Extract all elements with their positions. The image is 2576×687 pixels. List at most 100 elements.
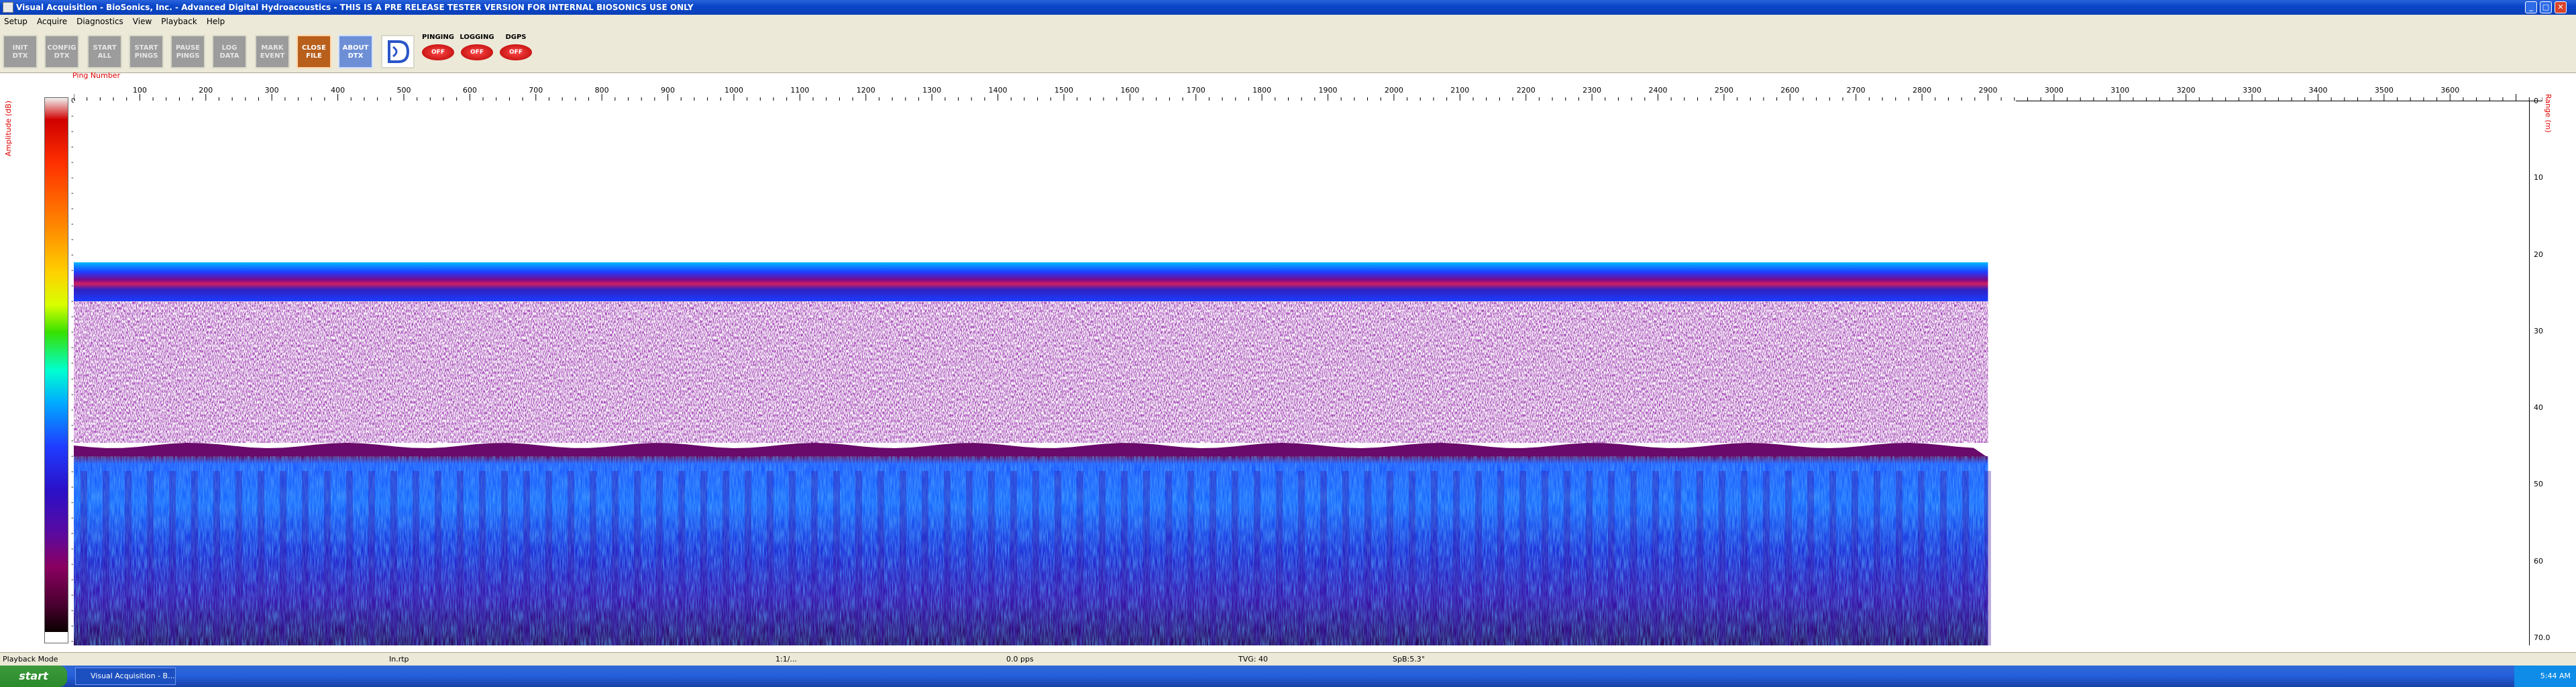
logging-indicator: LOGGING OFF	[458, 34, 496, 71]
start-pings-button[interactable]: START PINGS	[129, 35, 164, 68]
bottom-streak	[479, 471, 486, 645]
indicator-label: LOGGING	[460, 34, 494, 41]
button-label: LOG	[221, 44, 237, 52]
config-dtx-button[interactable]: CONFIG DTX	[44, 35, 79, 68]
bottom-streak	[678, 471, 685, 645]
bottom-streak	[1032, 471, 1039, 645]
bottom-streak	[1874, 471, 1880, 645]
bottom-streak	[922, 471, 928, 645]
bottom-streak	[413, 471, 419, 645]
range-tick: 50	[2534, 480, 2543, 489]
maximize-button[interactable]: □	[2540, 1, 2552, 13]
bottom-streak	[1342, 471, 1349, 645]
bottom-streak	[944, 471, 951, 645]
start-all-button[interactable]: START ALL	[87, 35, 122, 68]
bottom-streak	[1674, 471, 1681, 645]
bottom-streak	[656, 471, 663, 645]
bottom-streak	[1829, 471, 1836, 645]
bottom-streak	[1210, 471, 1216, 645]
button-label: ABOUT	[342, 44, 369, 52]
bottom-streak	[634, 471, 641, 645]
start-button[interactable]: start	[0, 666, 67, 687]
bottom-streak	[1010, 471, 1017, 645]
mark-event-button[interactable]: MARK EVENT	[255, 35, 290, 68]
bottom-echo-line	[74, 443, 1988, 458]
close-file-button[interactable]: CLOSE FILE	[297, 35, 331, 68]
window-title: Visual Acquisition - BioSonics, Inc. - A…	[16, 3, 694, 12]
bottom-streak	[280, 471, 286, 645]
status-file: In.rtp	[389, 655, 409, 664]
bottom-streak	[523, 471, 530, 645]
bottom-streak	[1851, 471, 1858, 645]
button-label: DATA	[219, 52, 239, 60]
status-spb: SpB:5.3°	[1393, 655, 1426, 664]
taskbar-item-visual-acquisition[interactable]: Visual Acquisition - B...	[75, 668, 176, 685]
range-tick: 60	[2534, 556, 2543, 566]
bottom-streak	[855, 471, 862, 645]
bottom-streak	[1586, 471, 1593, 645]
bottom-streak	[302, 471, 309, 645]
menu-view[interactable]: View	[129, 15, 157, 28]
bottom-streak	[612, 471, 619, 645]
bottom-streak	[966, 471, 973, 645]
bottom-streak	[811, 471, 818, 645]
menu-acquire[interactable]: Acquire	[33, 15, 72, 28]
bottom-streak	[1785, 471, 1792, 645]
button-label: FILE	[306, 52, 322, 60]
close-window-button[interactable]: ✕	[2555, 1, 2567, 13]
button-label: CONFIG	[47, 44, 76, 52]
echogram[interactable]	[74, 101, 2016, 645]
bottom-streak	[1165, 471, 1172, 645]
bottom-streak	[501, 471, 508, 645]
bottom-streak	[1497, 471, 1504, 645]
amplitude-axis-label: Amplitude (dB)	[4, 101, 13, 156]
app-icon	[3, 2, 13, 13]
ping-axis-tick-marks	[74, 94, 2542, 101]
bottom-streak	[390, 471, 397, 645]
bottom-streak	[1387, 471, 1393, 645]
button-label: DTX	[12, 52, 28, 60]
button-label: ALL	[97, 52, 112, 60]
button-label: PAUSE	[176, 44, 200, 52]
bottom-streak	[900, 471, 906, 645]
bottom-streak	[767, 471, 773, 645]
bottom-streak	[1763, 471, 1770, 645]
bottom-streak	[1630, 471, 1637, 645]
menu-setup[interactable]: Setup	[0, 15, 33, 28]
bottom-streak	[1475, 471, 1482, 645]
bottom-streak	[1320, 471, 1327, 645]
bottom-streak	[1364, 471, 1371, 645]
indicator-light: OFF	[500, 44, 532, 60]
taskbar: start Visual Acquisition - B... 5:44 AM	[0, 666, 2576, 687]
about-dtx-button[interactable]: ABOUT DTX	[338, 35, 373, 68]
indicator-label: DGPS	[505, 34, 527, 41]
bottom-streak	[1431, 471, 1438, 645]
bottom-streak	[80, 471, 87, 645]
bottom-streak	[745, 471, 751, 645]
bottom-streak	[457, 471, 464, 645]
bottom-streak	[258, 471, 264, 645]
menu-playback[interactable]: Playback	[157, 15, 203, 28]
menu-help[interactable]: Help	[203, 15, 230, 28]
bottom-streak	[1187, 471, 1194, 645]
button-label: DTX	[347, 52, 364, 60]
bottom-streak	[590, 471, 596, 645]
button-label: PINGS	[134, 52, 158, 60]
water-column-noise	[74, 301, 1988, 443]
log-data-button[interactable]: LOG DATA	[212, 35, 247, 68]
bottom-streak	[877, 471, 884, 645]
range-tick: 30	[2534, 326, 2543, 335]
bottom-streak	[700, 471, 707, 645]
bottom-streak	[833, 471, 840, 645]
bottom-streak	[1719, 471, 1725, 645]
bottom-streak	[103, 471, 109, 645]
indicator-label: PINGING	[422, 34, 454, 41]
status-rate: 0.0 pps	[1006, 655, 1034, 664]
init-dtx-button[interactable]: INIT DTX	[3, 35, 38, 68]
range-axis: 0 10 20 30 40 50 60 70.0	[2529, 97, 2570, 645]
pause-pings-button[interactable]: PAUSE PINGS	[170, 35, 205, 68]
bottom-streak	[1564, 471, 1570, 645]
bottom-streak	[1232, 471, 1238, 645]
minimize-button[interactable]: _	[2525, 1, 2537, 13]
menu-diagnostics[interactable]: Diagnostics	[72, 15, 129, 28]
